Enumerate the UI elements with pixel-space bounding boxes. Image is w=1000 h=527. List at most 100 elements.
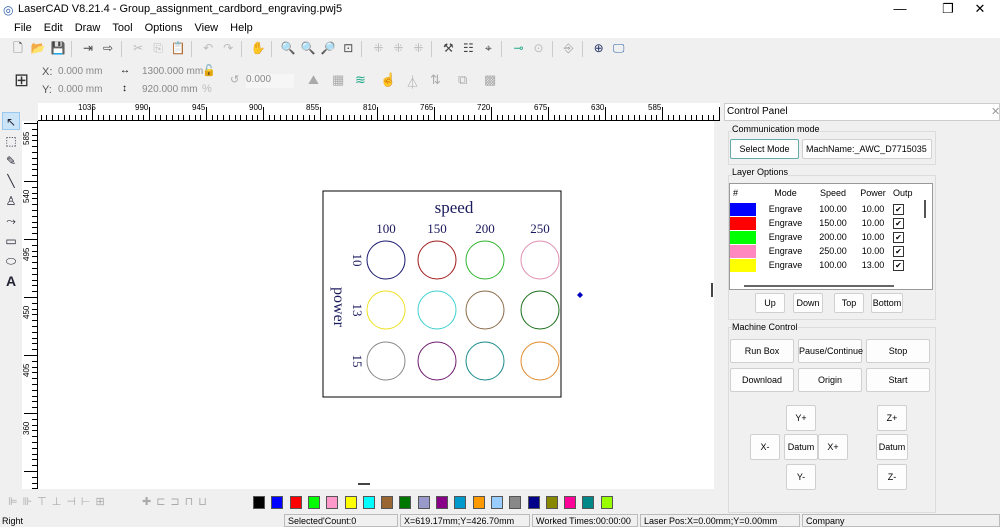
color-swatch[interactable] <box>436 496 448 509</box>
width-field[interactable]: 1300.000 mm <box>142 66 203 77</box>
ellipse-tool-icon[interactable]: ⬭ <box>2 252 20 270</box>
xy-datum-button[interactable]: Datum <box>784 434 818 460</box>
array-icon[interactable]: ☷ <box>459 39 477 57</box>
color-swatch[interactable] <box>564 496 577 509</box>
mirror-icon[interactable]: ⛰ <box>308 72 319 88</box>
layer-row[interactable]: Engrave 100.00 10.00 ✔ <box>730 202 928 216</box>
y-plus-button[interactable]: Y+ <box>786 405 816 431</box>
pattern-icon[interactable]: ▩ <box>484 72 496 88</box>
save-icon[interactable]: 💾 <box>49 39 67 57</box>
copy-icon[interactable]: ⎘ <box>149 39 167 57</box>
undo-icon[interactable]: ↶ <box>199 39 217 57</box>
new-file-icon[interactable]: 🗋 <box>9 39 27 57</box>
layer-row[interactable]: Engrave 250.00 10.00 ✔ <box>730 244 928 258</box>
polyline-tool-icon[interactable]: ♙ <box>2 192 20 210</box>
down-button[interactable]: Down <box>793 293 823 313</box>
ungroup-icon[interactable]: ⁜ <box>389 39 407 57</box>
test-circle[interactable] <box>417 240 457 280</box>
distribute-tools-icon[interactable]: ✚⊏⊐⊓⊔ <box>142 495 212 508</box>
flip-vertical-icon[interactable]: ⇅ <box>430 72 441 88</box>
color-swatch[interactable] <box>381 496 394 509</box>
test-circle[interactable] <box>366 290 406 330</box>
menu-file[interactable]: File <box>8 20 38 36</box>
height-field[interactable]: 920.000 mm <box>142 84 198 95</box>
color-swatch[interactable] <box>307 496 320 509</box>
layer-output-checkbox[interactable]: ✔ <box>893 217 904 229</box>
rotation-field[interactable]: 0.000 <box>246 74 294 88</box>
power-value-label[interactable]: 15 <box>350 355 365 368</box>
device-icon[interactable]: ⎆ <box>560 39 578 57</box>
layer-row[interactable]: Engrave 150.00 10.00 ✔ <box>730 216 928 230</box>
layer-stack-icon[interactable]: ≋ <box>355 72 366 88</box>
zoom-selection-icon[interactable]: 🔎 <box>319 39 337 57</box>
test-circle[interactable] <box>417 341 457 381</box>
hammer-icon[interactable]: ⚒ <box>439 39 457 57</box>
x-minus-button[interactable]: X- <box>750 434 780 460</box>
layer-color-swatch[interactable] <box>730 202 758 216</box>
up-button[interactable]: Up <box>755 293 785 313</box>
layer-table-hscroll[interactable] <box>744 285 894 287</box>
reference-point-icon[interactable]: ⊞ <box>14 70 29 91</box>
menu-draw[interactable]: Draw <box>69 20 107 36</box>
flip-horizontal-icon[interactable]: ⏃ <box>406 72 419 91</box>
speed-value-label[interactable]: 200 <box>475 221 495 236</box>
z-datum-button[interactable]: Datum <box>876 434 908 460</box>
export-icon[interactable]: ⇨ <box>99 39 117 57</box>
color-swatch[interactable] <box>472 496 485 509</box>
top-button[interactable]: Top <box>834 293 864 313</box>
import-icon[interactable]: ⇥ <box>79 39 97 57</box>
color-swatch[interactable] <box>253 496 265 509</box>
group-icon[interactable]: ⁜ <box>369 39 387 57</box>
lock-icon[interactable]: 🔓 <box>202 64 216 77</box>
layer-output-checkbox[interactable]: ✔ <box>893 245 904 257</box>
color-swatch[interactable] <box>362 496 375 509</box>
layer-output-checkbox[interactable]: ✔ <box>893 231 904 243</box>
zoom-page-icon[interactable]: ⊡ <box>339 39 357 57</box>
cut-icon[interactable]: ✂ <box>129 39 147 57</box>
hand-rotate-icon[interactable]: ☝ <box>380 72 396 88</box>
color-swatch[interactable] <box>509 496 522 509</box>
menu-tool[interactable]: Tool <box>106 20 138 36</box>
color-swatch[interactable] <box>326 496 339 509</box>
speed-value-label[interactable]: 100 <box>376 221 396 236</box>
layer-output-checkbox[interactable]: ✔ <box>893 259 904 271</box>
test-circle[interactable] <box>520 290 560 330</box>
node-select-tool-icon[interactable]: ⬚ <box>2 132 20 150</box>
y-minus-button[interactable]: Y- <box>786 464 816 490</box>
test-circle[interactable] <box>366 341 406 381</box>
machine-select[interactable]: MachName:_AWC_D7715035 ⌄ <box>802 139 932 159</box>
text-tool-icon[interactable]: A <box>2 272 20 290</box>
target-icon[interactable]: ⊕ <box>590 39 608 57</box>
color-swatch[interactable] <box>289 496 302 509</box>
percent-toggle[interactable]: % <box>202 83 212 95</box>
power-value-label[interactable]: 13 <box>350 304 365 317</box>
layer-table[interactable]: # Mode Speed Power Outp Engrave 100.00 10.00 ✔ E… <box>729 183 933 290</box>
test-circle[interactable] <box>520 240 560 280</box>
color-swatch[interactable] <box>344 496 357 509</box>
layer-color-swatch[interactable] <box>730 244 758 258</box>
test-circle[interactable] <box>417 290 457 330</box>
test-circle[interactable] <box>465 240 505 280</box>
y-position-field[interactable]: 0.000 mm <box>58 84 102 95</box>
color-swatch[interactable] <box>582 496 595 509</box>
node-edit-icon[interactable]: ⌖ <box>479 39 497 57</box>
layer-row[interactable]: Engrave 100.00 13.00 ✔ <box>730 258 928 272</box>
menu-help[interactable]: Help <box>224 20 259 36</box>
speed-value-label[interactable]: 150 <box>427 221 447 236</box>
test-circle[interactable] <box>366 240 406 280</box>
drawing-canvas[interactable]: speed 100 150 200 250 10 13 15 power <box>38 121 714 489</box>
download-button[interactable]: Download <box>730 368 794 392</box>
pause-continue-button[interactable]: Pause/Continue <box>798 339 863 363</box>
selection-handle[interactable] <box>577 292 583 298</box>
color-swatch[interactable] <box>399 496 412 509</box>
z-plus-button[interactable]: Z+ <box>877 405 907 431</box>
line-tool-icon[interactable]: ╲ <box>2 172 20 190</box>
pen-tool-icon[interactable]: ✎ <box>2 152 20 170</box>
layer-color-swatch[interactable] <box>730 230 758 244</box>
align-tools-icon[interactable]: ⊫⊪⊤⊥⊣⊢⊞ <box>8 495 110 508</box>
zoom-in-icon[interactable]: 🔍 <box>279 39 297 57</box>
speed-value-label[interactable]: 250 <box>530 221 550 236</box>
x-position-field[interactable]: 0.000 mm <box>58 66 102 77</box>
x-plus-button[interactable]: X+ <box>818 434 848 460</box>
color-swatch[interactable] <box>600 496 613 509</box>
